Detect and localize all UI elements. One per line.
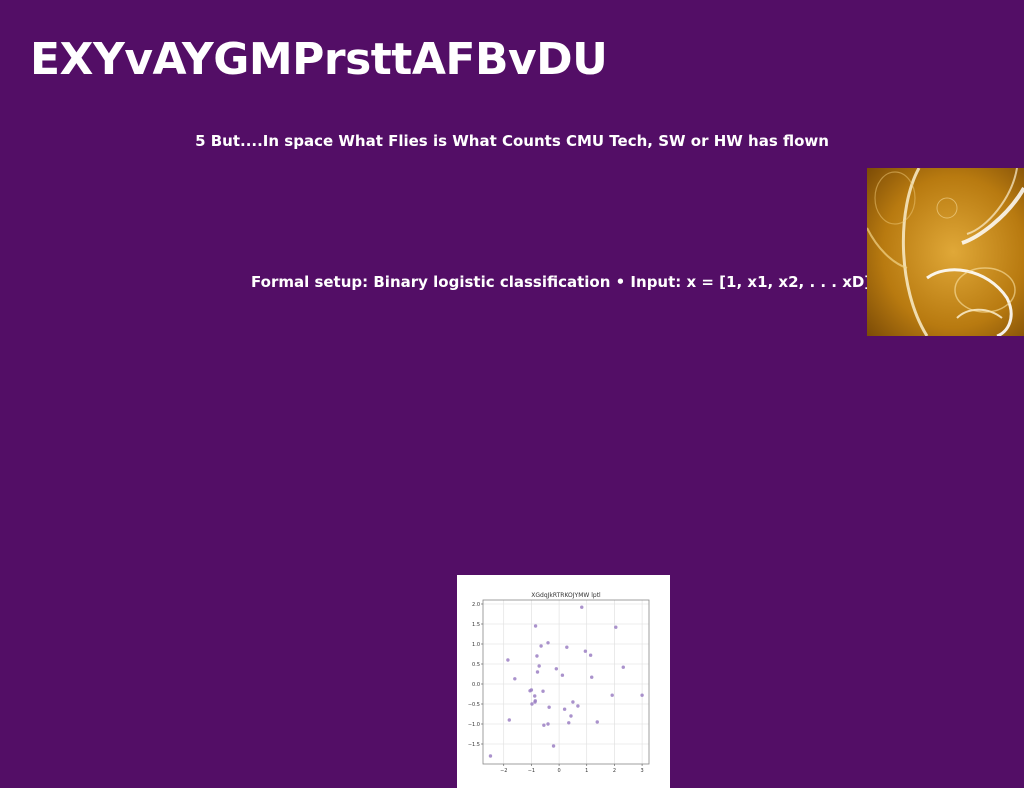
scatter-point (535, 654, 539, 658)
slide: EXYvAYGMPrsttAFBvDU 5 But....In space Wh… (0, 0, 1024, 788)
scatter-point (567, 721, 571, 725)
scatter-point (551, 744, 556, 748)
x-tick-label: 1 (585, 768, 588, 774)
chart-grid (483, 600, 649, 764)
scatter-point (546, 641, 550, 645)
scatter-point (571, 700, 575, 704)
x-tick-label: 3 (640, 768, 643, 774)
scatter-point (541, 689, 545, 693)
scatter-point (539, 644, 543, 648)
scatter-point (588, 653, 593, 657)
y-tick-label: −1.5 (468, 742, 480, 748)
liquid-bubbles-image (867, 168, 1024, 336)
x-tick-label: 0 (557, 768, 560, 774)
y-tick-label: 2.0 (472, 602, 480, 608)
plot-area-frame (482, 599, 650, 765)
slide-title: EXYvAYGMPrsttAFBvDU (30, 34, 608, 85)
scatter-point (583, 649, 588, 653)
x-tick-label: −2 (500, 768, 507, 774)
scatter-point (533, 699, 537, 703)
scatter-point (621, 665, 625, 669)
scatter-point (506, 658, 510, 662)
scatter-point (580, 605, 584, 609)
scatter-point (554, 667, 559, 671)
y-tick-label: 1.5 (472, 622, 480, 628)
x-tick-label: −1 (528, 768, 535, 774)
scatter-point (530, 702, 534, 706)
y-tick-label: 0.5 (472, 662, 480, 668)
scatter-point (590, 675, 594, 679)
subtitle-text: 5 But....In space What Flies is What Cou… (195, 132, 829, 150)
scatter-point (488, 754, 493, 758)
scatter-point (569, 714, 573, 718)
scatter-chart: XGdqJkRTRKOJYMW lptl −2 −1 0 1 2 3 −1.5 −1.0 −0.… (457, 575, 670, 788)
chart-points (488, 605, 644, 758)
x-tick-label: 2 (613, 768, 616, 774)
amber-liquid-bubbles-image (867, 168, 1024, 336)
scatter-point (547, 705, 551, 709)
scatter-point (533, 694, 537, 698)
scatter-point (529, 688, 534, 692)
scatter-point (595, 720, 599, 724)
formal-setup-text: Formal setup: Binary logistic classifica… (251, 273, 872, 291)
y-tick-label: −0.5 (468, 702, 480, 708)
scatter-point (640, 693, 644, 697)
scatter-chart-svg: XGdqJkRTRKOJYMW lptl −2 −1 0 1 2 3 −1.5 −1.0 −0.… (468, 592, 650, 774)
scatter-point (565, 645, 569, 649)
scatter-point (614, 625, 618, 629)
scatter-point (542, 723, 546, 727)
scatter-point (537, 664, 541, 668)
scatter-point (576, 704, 580, 708)
scatter-point (507, 718, 511, 722)
chart-title: XGdqJkRTRKOJYMW lptl (531, 592, 601, 599)
y-tick-label: 0.0 (472, 682, 480, 688)
scatter-point (535, 670, 540, 674)
y-tick-label: −1.0 (468, 722, 480, 728)
scatter-point (513, 677, 517, 681)
scatter-point (610, 693, 614, 697)
y-tick-label: 1.0 (472, 642, 480, 648)
scatter-point (560, 673, 565, 677)
scatter-point (546, 722, 550, 726)
scatter-point (562, 707, 567, 711)
scatter-point (533, 624, 538, 628)
